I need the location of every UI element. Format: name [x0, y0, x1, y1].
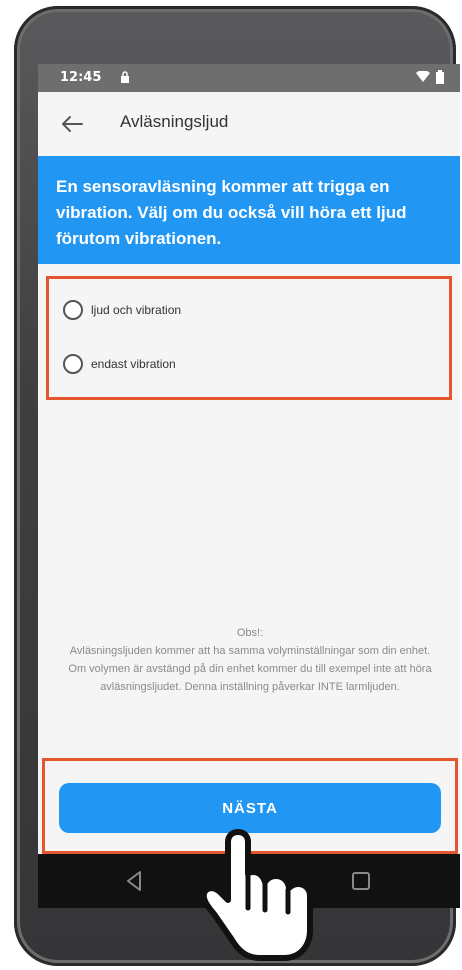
wifi-icon: [416, 71, 430, 82]
arrow-left-icon[interactable]: [58, 112, 86, 136]
battery-icon: [436, 70, 444, 84]
option-label: endast vibration: [91, 357, 176, 371]
info-banner: En sensoravläsning kommer att trigga en …: [38, 156, 460, 264]
nav-recent-icon[interactable]: [350, 870, 372, 892]
sound-options-group: ljud och vibration endast vibration: [46, 276, 452, 400]
status-bar: 12:45: [38, 64, 460, 92]
note-text: Obs!: Avläsningsljuden kommer att ha sam…: [60, 624, 440, 696]
option-sound-and-vibration[interactable]: ljud och vibration: [63, 295, 181, 325]
option-label: ljud och vibration: [91, 303, 182, 317]
option-vibration-only[interactable]: endast vibration: [63, 349, 176, 379]
note-body: Avläsningsljuden kommer att ha samma vol…: [68, 645, 432, 693]
nav-back-icon[interactable]: [124, 870, 144, 892]
page-title: Avläsningsljud: [120, 112, 229, 131]
phone-screen: 12:45 Avläsningsljud En sensoravläsning …: [38, 64, 460, 908]
radio-button[interactable]: [63, 354, 83, 374]
pointing-hand-icon: [200, 829, 313, 961]
radio-button[interactable]: [63, 300, 83, 320]
lock-icon: [121, 71, 129, 83]
status-time: 12:45: [60, 70, 102, 85]
app-bar: Avläsningsljud: [38, 92, 460, 156]
note-title: Obs!:: [236, 627, 264, 639]
